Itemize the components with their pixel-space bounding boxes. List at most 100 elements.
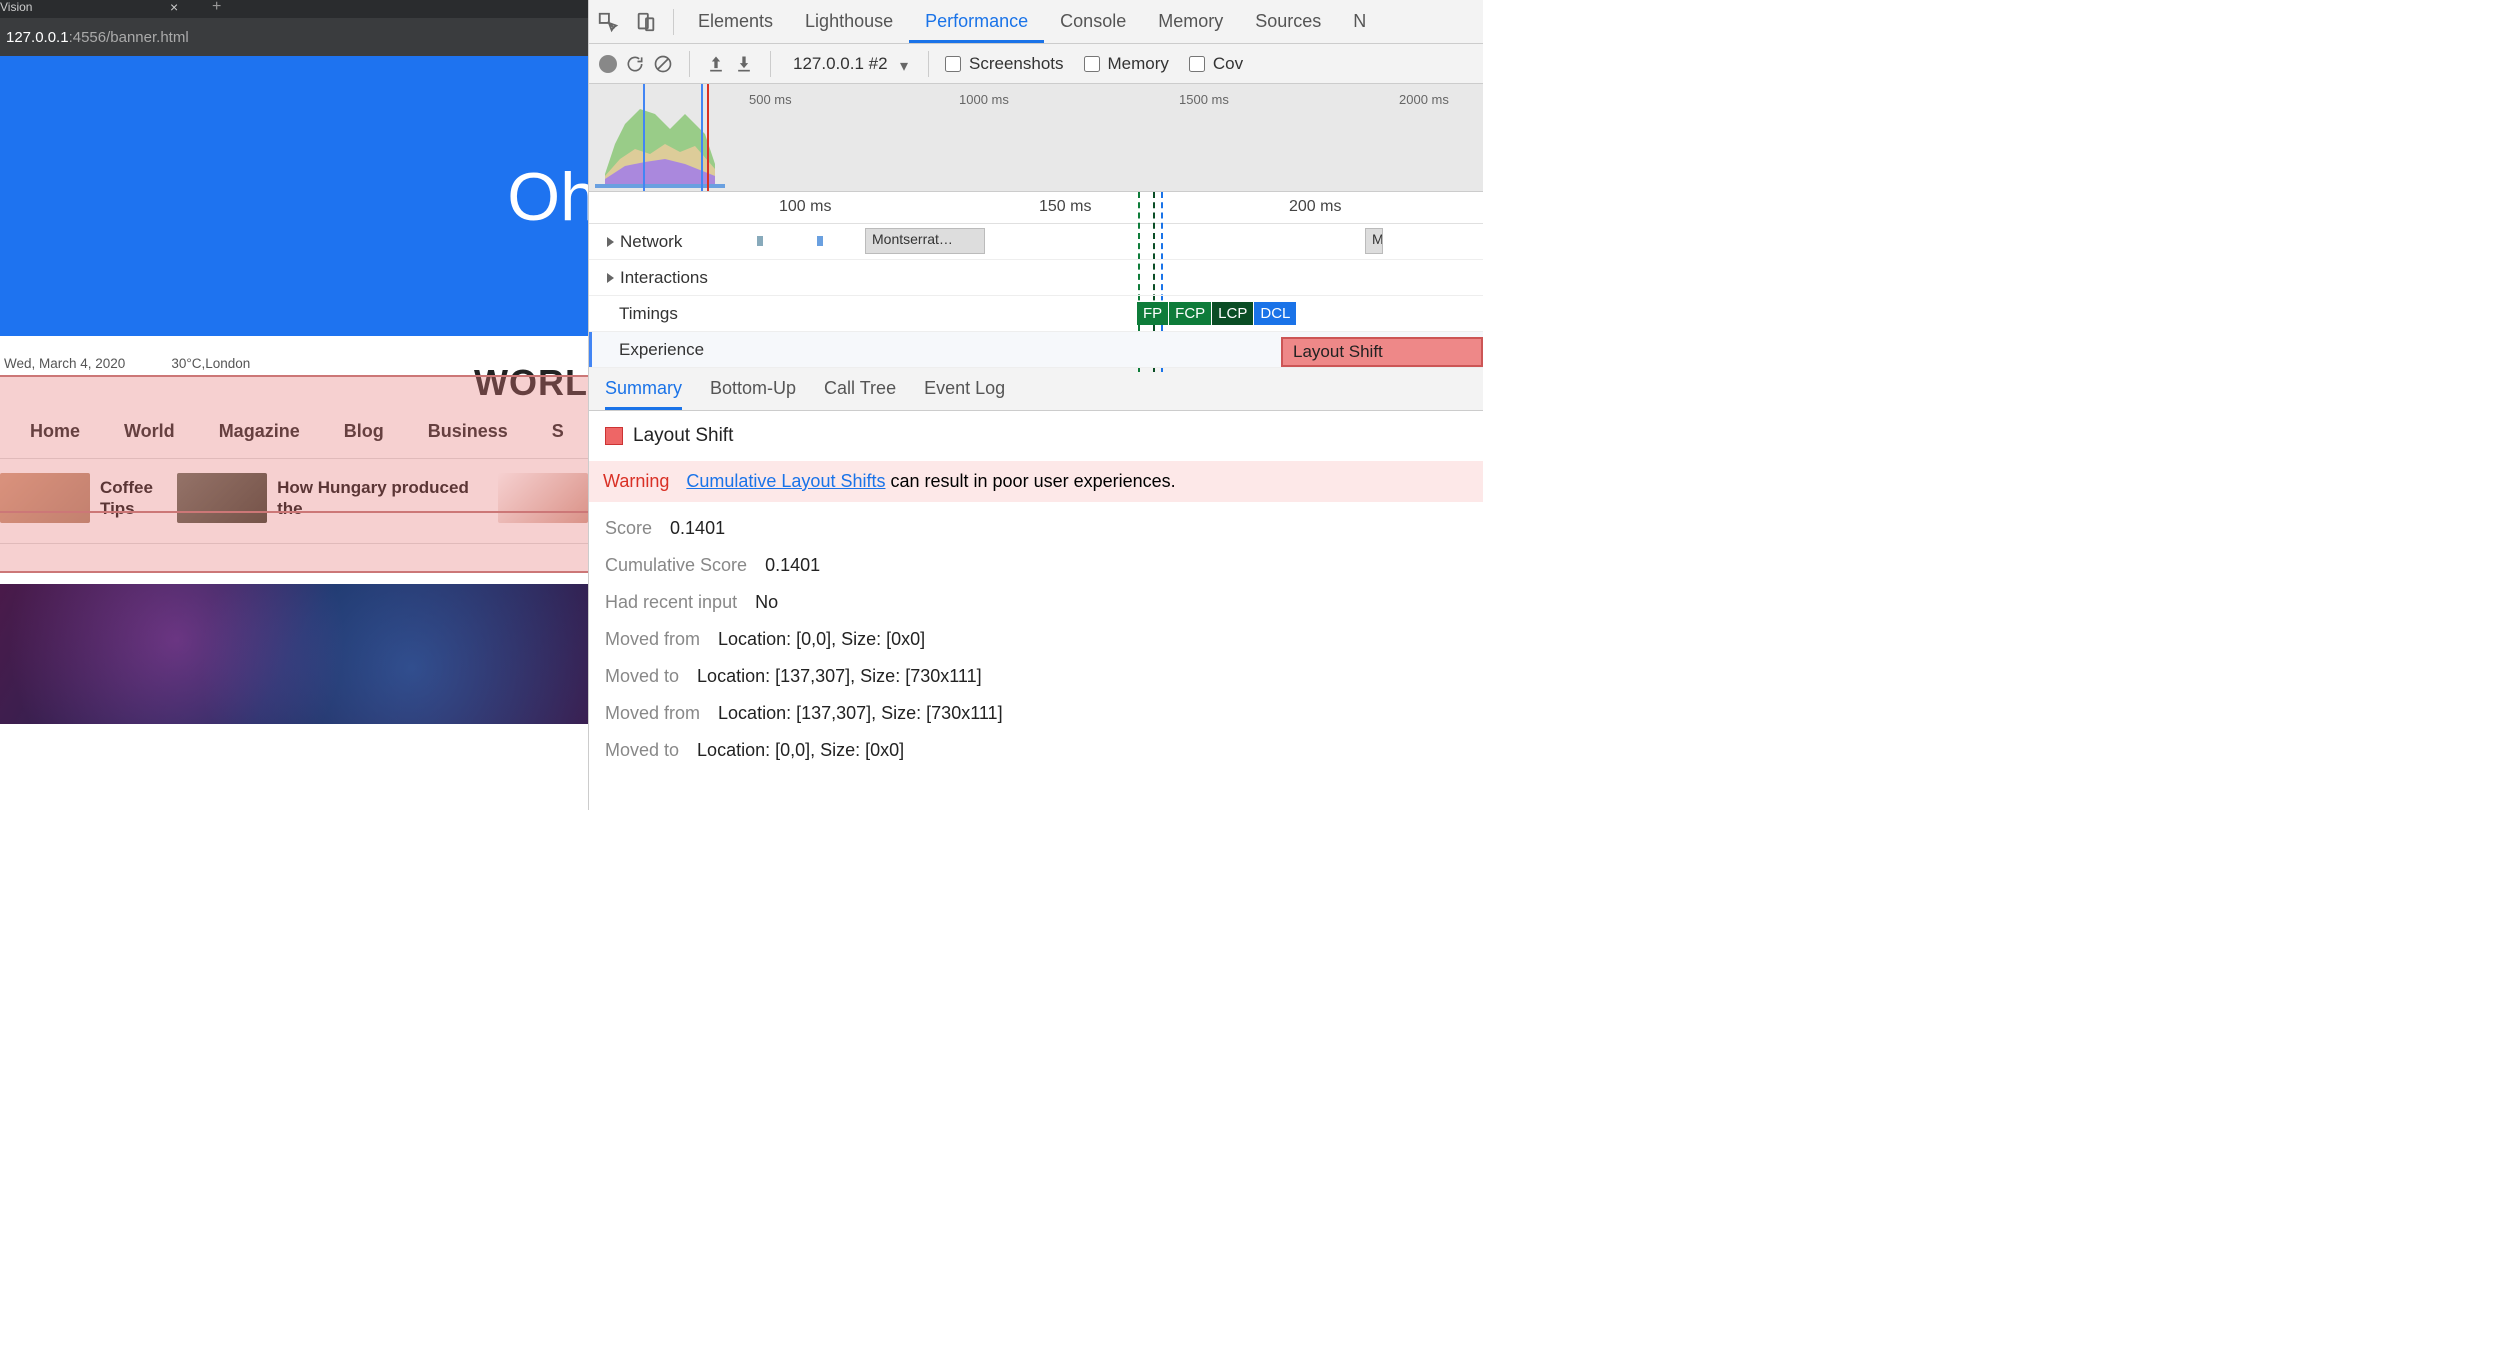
tab-elements[interactable]: Elements <box>682 0 789 43</box>
close-icon[interactable]: × <box>170 0 178 15</box>
detail-tabs: Summary Bottom-Up Call Tree Event Log <box>589 368 1483 411</box>
nav-item[interactable]: Home <box>30 421 80 442</box>
device-icon[interactable] <box>635 11 657 33</box>
overview-selection[interactable] <box>643 84 703 191</box>
tab-summary[interactable]: Summary <box>605 378 682 410</box>
track-label: Experience <box>619 340 704 360</box>
timing-dcl[interactable]: DCL <box>1254 302 1296 325</box>
timing-lcp[interactable]: LCP <box>1212 302 1253 325</box>
add-tab-icon[interactable]: + <box>212 0 221 16</box>
ticker-thumb[interactable] <box>0 473 90 523</box>
kv-val: Location: [137,307], Size: [730x111] <box>697 666 982 687</box>
warning-tail: can result in poor user experiences. <box>885 471 1175 491</box>
track-experience[interactable]: Experience Layout Shift <box>589 332 1483 368</box>
separator <box>689 51 690 77</box>
site-title: WORL <box>474 362 588 404</box>
expand-icon[interactable] <box>607 273 614 283</box>
profile-select[interactable]: 127.0.0.1 #2 <box>787 54 912 74</box>
ticker-title[interactable]: How Hungary produced the <box>277 477 488 520</box>
browser-window: Vision × + 127.0.0.1:4556/banner.html Oh… <box>0 0 588 810</box>
kv-val: Location: [137,307], Size: [730x111] <box>718 703 1003 724</box>
timing-fp[interactable]: FP <box>1137 302 1168 325</box>
kv-key: Had recent input <box>605 592 737 613</box>
kv-val: 0.1401 <box>765 555 820 576</box>
kv-val: Location: [0,0], Size: [0x0] <box>697 740 904 761</box>
nav-item[interactable]: S <box>552 421 564 442</box>
tab-memory[interactable]: Memory <box>1142 0 1239 43</box>
ticker-thumb[interactable] <box>177 473 267 523</box>
track-ruler: 100 ms 150 ms 200 ms <box>589 192 1483 224</box>
track-interactions[interactable]: Interactions <box>589 260 1483 296</box>
record-icon[interactable] <box>599 55 617 73</box>
ruler-tick: 150 ms <box>1039 198 1091 216</box>
detail-title: Layout Shift <box>605 425 1467 447</box>
kv-val: No <box>755 592 778 613</box>
kv-val: Location: [0,0], Size: [0x0] <box>718 629 925 650</box>
kv-key: Score <box>605 518 652 539</box>
url-path: /banner.html <box>106 29 189 46</box>
page-viewport: Oh Wed, March 4, 2020 30°C,London WORL H… <box>0 56 588 810</box>
coverage-checkbox[interactable] <box>1189 56 1205 72</box>
nav-item[interactable]: Blog <box>344 421 384 442</box>
ticker-thumb[interactable] <box>498 473 588 523</box>
overview-timeline[interactable]: 500 ms 1000 ms 1500 ms 2000 ms <box>589 84 1483 192</box>
upload-icon[interactable] <box>706 54 726 74</box>
net-request[interactable]: Montserrat… <box>865 228 985 254</box>
perf-toolbar: 127.0.0.1 #2 Screenshots Memory Cov <box>589 44 1483 84</box>
kv-key: Cumulative Score <box>605 555 747 576</box>
overview-marker <box>707 84 709 191</box>
banner-text: Oh <box>507 158 588 236</box>
url-port: :4556 <box>69 29 107 46</box>
expand-icon[interactable] <box>607 237 614 247</box>
address-bar[interactable]: 127.0.0.1:4556/banner.html <box>0 18 588 56</box>
download-icon[interactable] <box>734 54 754 74</box>
tab-sources[interactable]: Sources <box>1239 0 1337 43</box>
detail-body: Layout Shift Warning Cumulative Layout S… <box>589 411 1483 791</box>
page-date: Wed, March 4, 2020 <box>4 356 125 371</box>
net-segment[interactable] <box>817 236 823 246</box>
track-network[interactable]: Network Montserrat… M <box>589 224 1483 260</box>
separator <box>770 51 771 77</box>
coverage-label: Cov <box>1213 54 1243 74</box>
nav-item[interactable]: Business <box>428 421 508 442</box>
tab-title[interactable]: Vision <box>0 0 32 14</box>
kv-key: Moved from <box>605 703 700 724</box>
screenshots-checkbox[interactable] <box>945 56 961 72</box>
separator <box>928 51 929 77</box>
reload-icon[interactable] <box>625 54 645 74</box>
nav-item[interactable]: Magazine <box>219 421 300 442</box>
separator <box>673 9 674 35</box>
memory-label: Memory <box>1108 54 1169 74</box>
warning-link[interactable]: Cumulative Layout Shifts <box>686 471 885 491</box>
color-swatch-icon <box>605 427 623 445</box>
ov-tick: 500 ms <box>749 92 792 107</box>
nav-item[interactable]: World <box>124 421 175 442</box>
tab-console[interactable]: Console <box>1044 0 1142 43</box>
ruler-tick: 200 ms <box>1289 198 1341 216</box>
net-request[interactable]: M <box>1365 228 1383 254</box>
tab-call-tree[interactable]: Call Tree <box>824 378 896 410</box>
kv-val: 0.1401 <box>670 518 725 539</box>
tab-bottom-up[interactable]: Bottom-Up <box>710 378 796 410</box>
layout-shift-block[interactable]: Layout Shift <box>1281 337 1483 367</box>
tab-event-log[interactable]: Event Log <box>924 378 1005 410</box>
inspect-icon[interactable] <box>597 11 619 33</box>
track-timings[interactable]: Timings FP FCP LCP DCL <box>589 296 1483 332</box>
ruler-tick: 100 ms <box>779 198 831 216</box>
timing-fcp[interactable]: FCP <box>1169 302 1211 325</box>
detail-title-text: Layout Shift <box>633 425 733 447</box>
ov-tick: 1000 ms <box>959 92 1009 107</box>
tab-more[interactable]: N <box>1337 0 1382 43</box>
memory-checkbox[interactable] <box>1084 56 1100 72</box>
clear-icon[interactable] <box>653 54 673 74</box>
tab-performance[interactable]: Performance <box>909 0 1044 43</box>
net-segment[interactable] <box>757 236 763 246</box>
url-host: 127.0.0.1 <box>6 29 69 46</box>
ticker-title[interactable]: Coffee Tips <box>100 477 167 520</box>
tab-lighthouse[interactable]: Lighthouse <box>789 0 909 43</box>
ov-tick: 2000 ms <box>1399 92 1449 107</box>
track-label: Timings <box>619 304 678 324</box>
kv-key: Moved to <box>605 666 679 687</box>
flame-chart[interactable]: 100 ms 150 ms 200 ms Network Montserrat…… <box>589 192 1483 368</box>
banner: Oh <box>0 56 588 336</box>
